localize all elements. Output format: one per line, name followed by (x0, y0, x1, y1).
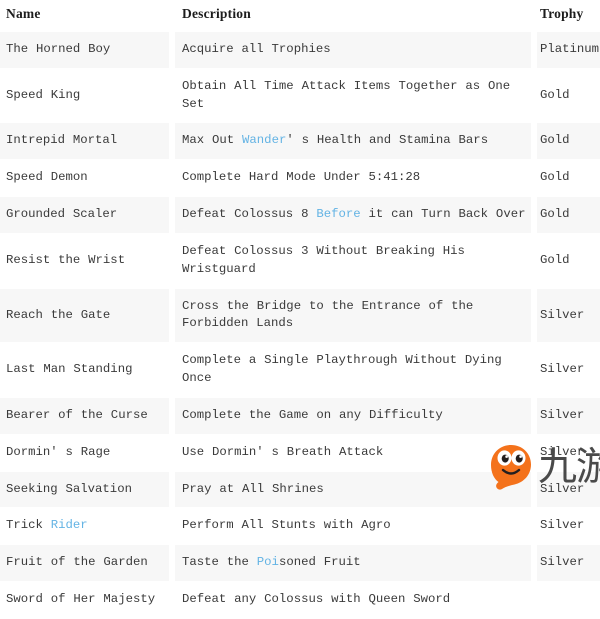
cell-trophy: Silver (534, 470, 600, 509)
cell-description: Acquire all Trophies (172, 31, 534, 69)
column-header-name[interactable]: Name (0, 0, 172, 32)
cell-description: Perform All Stunts with Agro (172, 507, 534, 546)
cell-description: Defeat Colossus 8 Before it can Turn Bac… (172, 196, 534, 234)
table-row[interactable]: Trick Rider Perform All Stunts with Agro S… (0, 507, 600, 546)
cell-trophy: Silver (534, 507, 600, 546)
table-row[interactable]: The Horned Boy Acquire all Trophies Platin… (0, 31, 600, 69)
cell-name: Resist the Wrist (0, 232, 172, 289)
cell-name: Fruit of the Garden (0, 544, 172, 583)
cell-trophy: Platinum (534, 31, 600, 69)
cell-description: Cross the Bridge to the Entrance of the … (172, 287, 534, 344)
cell-name: Dormin' s Rage (0, 433, 172, 472)
trophy-table: Name Description Trophy The Horned Boy Ac… (0, 0, 600, 619)
cell-trophy: Silver (534, 287, 600, 344)
cell-name: Bearer of the Curse (0, 396, 172, 435)
cell-description: Complete a Single Playthrough Without Dy… (172, 342, 534, 398)
table-row[interactable]: Grounded Scaler Defeat Colossus 8 Before … (0, 196, 600, 234)
highlighted-term: Before (316, 207, 361, 222)
cell-description: Complete Hard Mode Under 5:41:28 (172, 159, 534, 198)
cell-trophy: Silver (534, 342, 600, 398)
table-row[interactable]: Speed Demon Complete Hard Mode Under 5:41… (0, 159, 600, 198)
cell-trophy: Gold (534, 196, 600, 234)
table-row[interactable]: Reach the Gate Cross the Bridge to the En… (0, 287, 600, 344)
table-row[interactable]: Fruit of the Garden Taste the Poisoned Fr… (0, 544, 600, 583)
highlighted-term: Rider (50, 518, 88, 533)
cell-name: Last Man Standing (0, 342, 172, 398)
cell-description: Defeat Colossus 3 Without Breaking His W… (172, 232, 534, 289)
cell-name: Sword of Her Majesty (0, 581, 172, 619)
cell-name: Reach the Gate (0, 287, 172, 344)
cell-trophy: Gold (534, 232, 600, 289)
table-row[interactable]: Intrepid Mortal Max Out Wander' s Health … (0, 122, 600, 161)
cell-trophy (534, 581, 600, 619)
table-row[interactable]: Bearer of the Curse Complete the Game on … (0, 396, 600, 435)
cell-name: Seeking Salvation (0, 470, 172, 509)
cell-trophy: Gold (534, 122, 600, 161)
table-row[interactable]: Sword of Her Majesty Defeat any Colossus … (0, 581, 600, 619)
cell-name: Grounded Scaler (0, 196, 172, 234)
cell-name: Intrepid Mortal (0, 122, 172, 161)
column-header-description[interactable]: Description (172, 0, 534, 32)
cell-trophy: Gold (534, 159, 600, 198)
cell-description: Taste the Poisoned Fruit (172, 544, 534, 583)
cell-name: Trick Rider (0, 507, 172, 546)
highlighted-term: Poi (256, 555, 279, 570)
table-body: The Horned Boy Acquire all Trophies Platin… (0, 31, 600, 619)
cell-trophy: Silver (534, 433, 600, 472)
highlighted-term: Wander (242, 133, 287, 148)
cell-trophy: Gold (534, 67, 600, 124)
cell-name: The Horned Boy (0, 31, 172, 69)
cell-name: Speed King (0, 67, 172, 124)
table-header-row: Name Description Trophy (0, 0, 600, 32)
cell-trophy: Silver (534, 544, 600, 583)
cell-description: Use Dormin' s Breath Attack (172, 433, 534, 472)
cell-trophy: Silver (534, 396, 600, 435)
table-row[interactable]: Speed King Obtain All Time Attack Items T… (0, 67, 600, 124)
table-header: Name Description Trophy (0, 0, 600, 32)
column-header-trophy[interactable]: Trophy (534, 0, 600, 32)
table-row[interactable]: Last Man Standing Complete a Single Playt… (0, 342, 600, 398)
table-row[interactable]: Resist the Wrist Defeat Colossus 3 Withou… (0, 232, 600, 289)
cell-description: Max Out Wander' s Health and Stamina Bar… (172, 122, 534, 161)
cell-name: Speed Demon (0, 159, 172, 198)
cell-description: Complete the Game on any Difficulty (172, 396, 534, 435)
cell-description: Obtain All Time Attack Items Together as… (172, 67, 534, 124)
cell-description: Pray at All Shrines (172, 470, 534, 509)
table-row[interactable]: Seeking Salvation Pray at All Shrines Silv… (0, 470, 600, 509)
cell-description: Defeat any Colossus with Queen Sword (172, 581, 534, 619)
table-row[interactable]: Dormin' s Rage Use Dormin' s Breath Attac… (0, 433, 600, 472)
